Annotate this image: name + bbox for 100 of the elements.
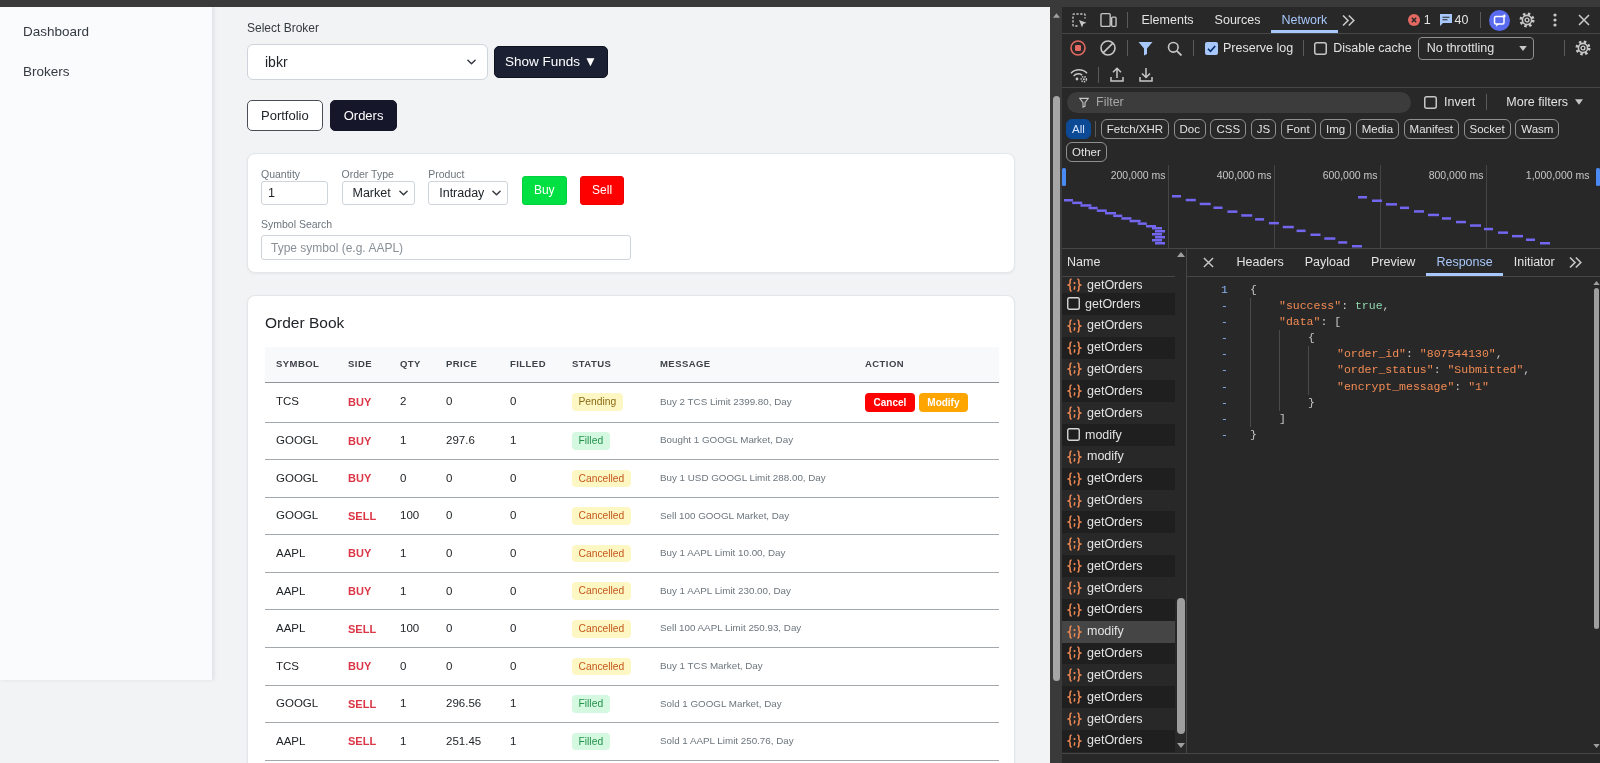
settings-icon[interactable] — [1518, 12, 1535, 28]
order-side: BUY — [337, 572, 389, 610]
scrollbar-thumb[interactable] — [1176, 597, 1185, 734]
request-row[interactable]: getOrders — [1062, 402, 1175, 425]
panel-tab[interactable]: Network — [1270, 7, 1338, 33]
clear-icon[interactable] — [1100, 40, 1116, 56]
errors-button[interactable]: 1 — [1407, 10, 1431, 30]
detail-tab[interactable]: Preview — [1360, 248, 1426, 276]
show-funds-button[interactable]: Show Funds ▼ — [494, 46, 608, 78]
view-tab[interactable]: Orders — [329, 100, 398, 131]
cancel-button[interactable]: Cancel — [865, 392, 915, 412]
scroll-down-icon[interactable] — [1592, 744, 1600, 748]
request-row[interactable]: getOrders — [1062, 489, 1175, 512]
type-filter-chip[interactable]: Doc — [1173, 118, 1206, 139]
sell-button[interactable]: Sell — [580, 176, 625, 205]
filter-icon[interactable] — [1138, 40, 1153, 56]
range-handle[interactable] — [1062, 167, 1066, 186]
detail-tab[interactable]: Response — [1425, 248, 1504, 276]
record-icon[interactable] — [1070, 40, 1086, 56]
dropdown-select[interactable]: Intraday — [428, 181, 509, 205]
request-row[interactable]: getOrders — [1062, 467, 1175, 490]
type-filter-chip[interactable]: Socket — [1463, 118, 1511, 139]
filter-input[interactable]: Filter — [1067, 91, 1411, 113]
double-chevron-icon[interactable] — [1569, 255, 1583, 269]
upload-icon[interactable] — [1110, 67, 1124, 82]
type-filter-chip[interactable]: All — [1066, 118, 1091, 139]
request-row[interactable]: getOrders — [1062, 380, 1175, 403]
type-filter-chip[interactable]: JS — [1250, 118, 1277, 139]
sidebar-link[interactable]: Brokers — [23, 62, 70, 80]
request-row[interactable]: getOrders — [1062, 576, 1175, 599]
scrollbar-thumb[interactable] — [1593, 288, 1599, 629]
panel-tab[interactable]: Elements — [1131, 7, 1205, 33]
search-icon[interactable] — [1167, 40, 1182, 56]
request-row[interactable]: getOrders — [1062, 336, 1175, 359]
request-row[interactable]: modify — [1062, 424, 1175, 446]
request-row[interactable]: getOrders — [1062, 664, 1175, 687]
request-row[interactable]: getOrders — [1062, 642, 1175, 665]
broker-select[interactable]: ibkr — [247, 44, 488, 80]
braces-icon — [1067, 340, 1082, 355]
scroll-up-icon[interactable] — [1052, 13, 1060, 18]
download-icon[interactable] — [1139, 67, 1153, 82]
scroll-down-icon[interactable] — [1176, 743, 1185, 748]
request-bar — [1185, 198, 1196, 201]
double-chevron-icon[interactable] — [1341, 13, 1355, 27]
more-filters-button[interactable]: More filters — [1506, 92, 1584, 112]
request-bar — [1540, 241, 1550, 244]
symbol-search-input[interactable]: Type symbol (e.g. AAPL) — [261, 235, 631, 260]
messages-button[interactable]: 40 — [1439, 10, 1469, 30]
request-row[interactable]: getOrders — [1062, 555, 1175, 577]
request-row[interactable]: getOrders — [1062, 533, 1175, 556]
kebab-menu-icon[interactable] — [1552, 13, 1557, 27]
settings-icon[interactable] — [1575, 40, 1591, 56]
type-filter-chip[interactable]: Img — [1320, 118, 1352, 139]
cursor-in-box-icon[interactable] — [1071, 12, 1087, 28]
braces-icon — [1067, 668, 1082, 683]
type-filter-chip[interactable]: Fetch/XHR — [1100, 118, 1170, 139]
type-filter-chip[interactable]: CSS — [1210, 118, 1247, 139]
request-row[interactable]: modify — [1062, 620, 1175, 643]
request-bar — [1227, 209, 1238, 213]
type-filter-chip[interactable]: Media — [1355, 118, 1400, 139]
close-icon[interactable] — [1203, 256, 1214, 268]
number-input[interactable]: 1 — [261, 181, 328, 205]
type-filter-chip[interactable]: Other — [1066, 141, 1107, 162]
view-tab[interactable]: Portfolio — [247, 100, 323, 131]
detail-tab[interactable]: Headers — [1226, 248, 1295, 276]
preserve-log-checkbox[interactable] — [1205, 41, 1218, 55]
type-filter-chip[interactable]: Font — [1280, 118, 1316, 139]
phone-tablet-icon[interactable] — [1100, 12, 1117, 28]
sidebar-link[interactable]: Dashboard — [23, 22, 90, 40]
scrollbar-thumb[interactable] — [1052, 96, 1060, 681]
request-row[interactable]: getOrders — [1062, 686, 1175, 709]
request-row[interactable]: getOrders — [1062, 708, 1175, 730]
sparkle-chat-icon[interactable] — [1488, 9, 1510, 31]
request-row[interactable]: modify — [1062, 445, 1175, 468]
disable-cache-checkbox[interactable] — [1314, 41, 1328, 55]
detail-tab[interactable]: Initiator — [1503, 248, 1566, 276]
type-filter-chip[interactable]: Manifest — [1403, 118, 1460, 139]
request-row[interactable]: getOrders — [1062, 511, 1175, 534]
range-handle[interactable] — [1596, 167, 1600, 186]
request-row[interactable]: getOrders — [1062, 729, 1175, 752]
braces-icon — [1067, 406, 1082, 421]
table-cell: 0 — [389, 459, 435, 498]
line-number: - — [1221, 426, 1228, 443]
column-header[interactable]: Name — [1067, 254, 1101, 269]
wifi-gear-icon[interactable] — [1070, 66, 1088, 83]
throttling-select[interactable]: No throttling — [1417, 36, 1534, 60]
invert-checkbox[interactable] — [1424, 95, 1437, 109]
request-row[interactable]: getOrders — [1062, 277, 1175, 293]
request-row[interactable]: getOrders — [1062, 358, 1175, 381]
type-filter-chip[interactable]: Wasm — [1515, 118, 1560, 139]
panel-tab[interactable]: Sources — [1204, 7, 1271, 33]
request-row[interactable]: getOrders — [1062, 293, 1175, 315]
request-row[interactable]: getOrders — [1062, 598, 1175, 621]
scroll-up-icon[interactable] — [1176, 251, 1185, 257]
dropdown-select[interactable]: Market — [341, 181, 415, 205]
detail-tab[interactable]: Payload — [1294, 248, 1361, 276]
code-line: ] — [1279, 410, 1286, 427]
close-icon[interactable] — [1577, 14, 1590, 26]
scroll-up-icon[interactable] — [1592, 281, 1600, 285]
request-row[interactable]: getOrders — [1062, 314, 1175, 337]
